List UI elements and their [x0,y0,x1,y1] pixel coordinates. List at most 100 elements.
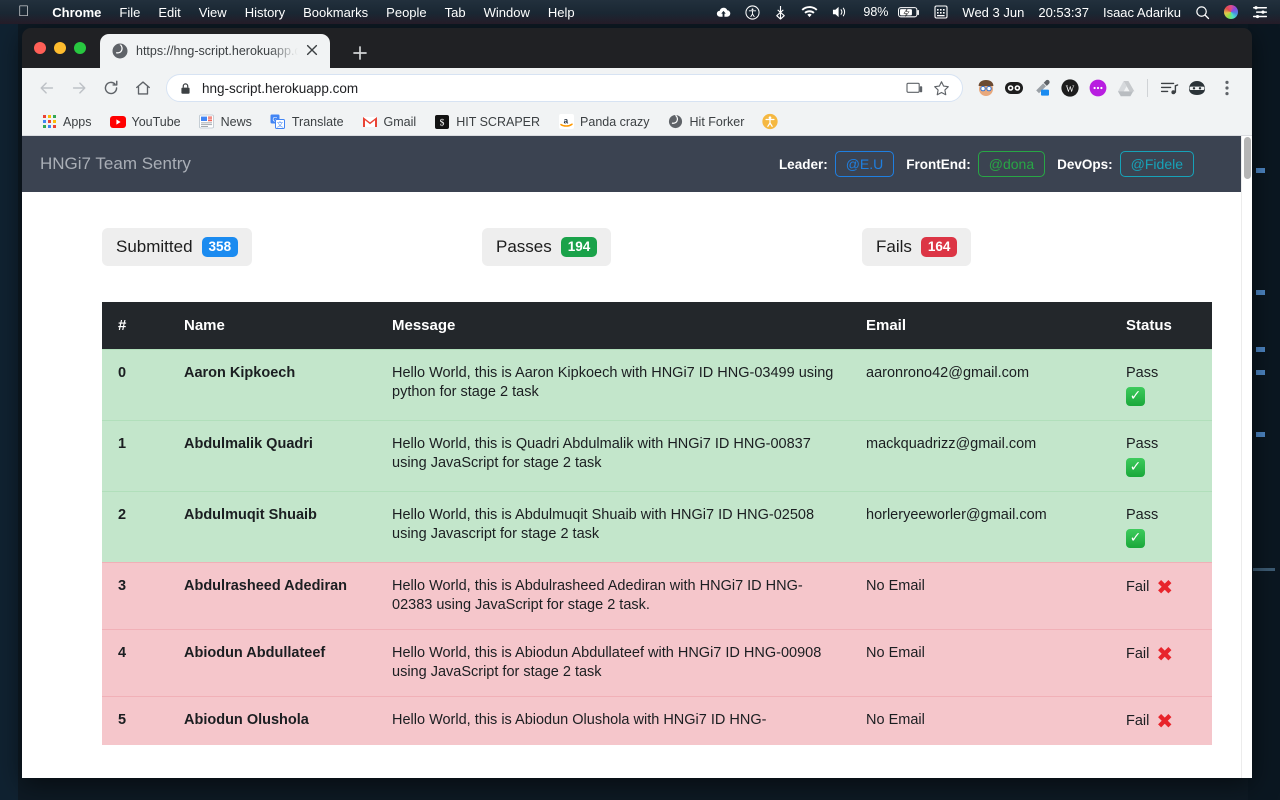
battery-charging-icon[interactable] [891,6,927,19]
svg-text:a: a [563,116,568,125]
red-x-icon: ✖ [1156,642,1174,666]
chrome-browser-window: https://hng-script.herokuapp.c hng-scrip… [22,28,1252,778]
team-handle-badge[interactable]: @dona [977,151,1046,177]
scrollbar-thumb[interactable] [1244,137,1251,179]
accessibility-icon[interactable] [738,4,767,20]
team-leader: Leader: @E.U [779,151,895,177]
extension-panda-icon[interactable] [1001,75,1027,101]
address-bar[interactable]: hng-script.herokuapp.com [166,74,963,102]
cast-icon[interactable] [906,81,923,96]
cloud-upload-icon[interactable] [709,5,738,20]
close-icon[interactable] [306,43,322,59]
menu-item-help[interactable]: Help [539,5,584,20]
cell-index: 5 [102,696,168,745]
bookmark-youtube[interactable]: YouTube [101,114,190,130]
table-row[interactable]: 0 Aaron Kipkoech Hello World, this is Aa… [102,349,1212,421]
cell-message: Hello World, this is Abdulrasheed Adedir… [376,562,850,630]
reload-icon[interactable] [96,73,126,103]
svg-text:文: 文 [277,120,284,129]
menubar-date[interactable]: Wed 3 Jun [955,5,1031,20]
page-title: HNGi7 Team Sentry [40,154,191,173]
globe-icon [112,43,128,59]
menubar-user[interactable]: Isaac Adariku [1096,5,1188,20]
maximize-window-button[interactable] [74,42,86,54]
search-icon[interactable] [1188,5,1217,20]
cell-status: Pass ✓ [1110,420,1212,492]
menubar-time[interactable]: 20:53:37 [1031,5,1096,20]
status-text: Fail [1126,712,1150,729]
news-icon [199,114,215,130]
menu-item-people[interactable]: People [377,5,435,20]
globe-icon [668,114,684,130]
bookmark-translate[interactable]: G文 Translate [261,114,353,130]
stat-count: 358 [201,237,239,257]
editor-gutter [0,0,18,800]
green-check-badge-icon: ✓ [1126,529,1145,548]
team-role-label: DevOps: [1057,156,1113,172]
control-center-icon[interactable] [1245,5,1280,19]
editor-minimap[interactable] [1248,0,1280,800]
cell-email: No Email [850,629,1110,697]
bluetooth-icon[interactable] [767,5,794,20]
minimize-window-button[interactable] [54,42,66,54]
bookmark-apps[interactable]: Apps [32,114,101,130]
back-arrow-icon[interactable] [32,73,62,103]
bookmark-hit-forker[interactable]: Hit Forker [659,114,754,130]
extension-avatar-icon[interactable] [973,75,999,101]
apple-logo-icon[interactable]:  [0,3,43,22]
bookmark-hit-scraper[interactable]: $ HIT SCRAPER [425,114,549,130]
menu-item-file[interactable]: File [110,5,149,20]
three-dot-menu-icon[interactable] [1212,73,1242,103]
wifi-icon[interactable] [794,5,825,19]
menu-item-edit[interactable]: Edit [149,5,189,20]
table-row[interactable]: 3 Abdulrasheed Adediran Hello World, thi… [102,562,1212,630]
new-tab-button[interactable] [347,40,373,66]
forward-arrow-icon[interactable] [64,73,94,103]
cell-email: horleryeeworler@gmail.com [850,491,1110,563]
team-handle-badge[interactable]: @Fidele [1119,151,1194,177]
page-scrollbar[interactable] [1241,136,1252,778]
extension-playlist-icon[interactable] [1156,75,1182,101]
menu-item-window[interactable]: Window [475,5,539,20]
home-icon[interactable] [128,73,158,103]
window-traffic-lights [34,42,86,54]
table-row[interactable]: 2 Abdulmuqit Shuaib Hello World, this is… [102,491,1212,563]
bookmark-panda-crazy[interactable]: a Panda crazy [549,114,658,130]
table-row[interactable]: 5 Abiodun Olushola Hello World, this is … [102,696,1212,745]
cell-email: No Email [850,562,1110,630]
team-devops: DevOps: @Fidele [1057,151,1194,177]
star-icon[interactable] [933,80,950,97]
cell-name: Abdulrasheed Adediran [168,562,376,630]
extension-purple-icon[interactable] [1085,75,1111,101]
stat-submitted[interactable]: Submitted 358 [102,228,253,266]
browser-tab[interactable]: https://hng-script.herokuapp.c [100,34,330,68]
stat-fails[interactable]: Fails 164 [862,228,972,266]
menu-item-chrome[interactable]: Chrome [43,5,110,20]
team-handle-badge[interactable]: @E.U [834,151,895,177]
status-text: Pass [1126,507,1159,523]
table-row[interactable]: 4 Abiodun Abdullateef Hello World, this … [102,629,1212,697]
bookmarks-bar: Apps YouTube News G文 Translate Gmail $ H… [22,108,1252,136]
extension-eyedropper-icon[interactable] [1029,75,1055,101]
bookmark-news[interactable]: News [190,114,261,130]
menu-item-bookmarks[interactable]: Bookmarks [294,5,377,20]
keyboard-input-icon[interactable] [927,5,955,19]
stat-label: Fails [876,237,912,256]
volume-icon[interactable] [825,5,856,19]
menu-item-view[interactable]: View [190,5,236,20]
menu-item-tab[interactable]: Tab [436,5,475,20]
extension-ninja-icon[interactable] [1184,75,1210,101]
status-text: Fail [1126,578,1150,595]
menu-item-history[interactable]: History [236,5,294,20]
close-window-button[interactable] [34,42,46,54]
table-row[interactable]: 1 Abdulmalik Quadri Hello World, this is… [102,420,1212,492]
cell-index: 2 [102,491,168,563]
extension-wikipedia-icon[interactable]: W [1057,75,1083,101]
stat-label: Passes [496,237,552,256]
bookmark-gmail[interactable]: Gmail [353,114,426,130]
siri-icon[interactable] [1217,5,1245,19]
stat-passes[interactable]: Passes 194 [482,228,612,266]
bookmark-accessibility[interactable] [753,113,793,130]
extension-drive-icon[interactable] [1113,75,1139,101]
bookmark-label: HIT SCRAPER [456,114,541,129]
